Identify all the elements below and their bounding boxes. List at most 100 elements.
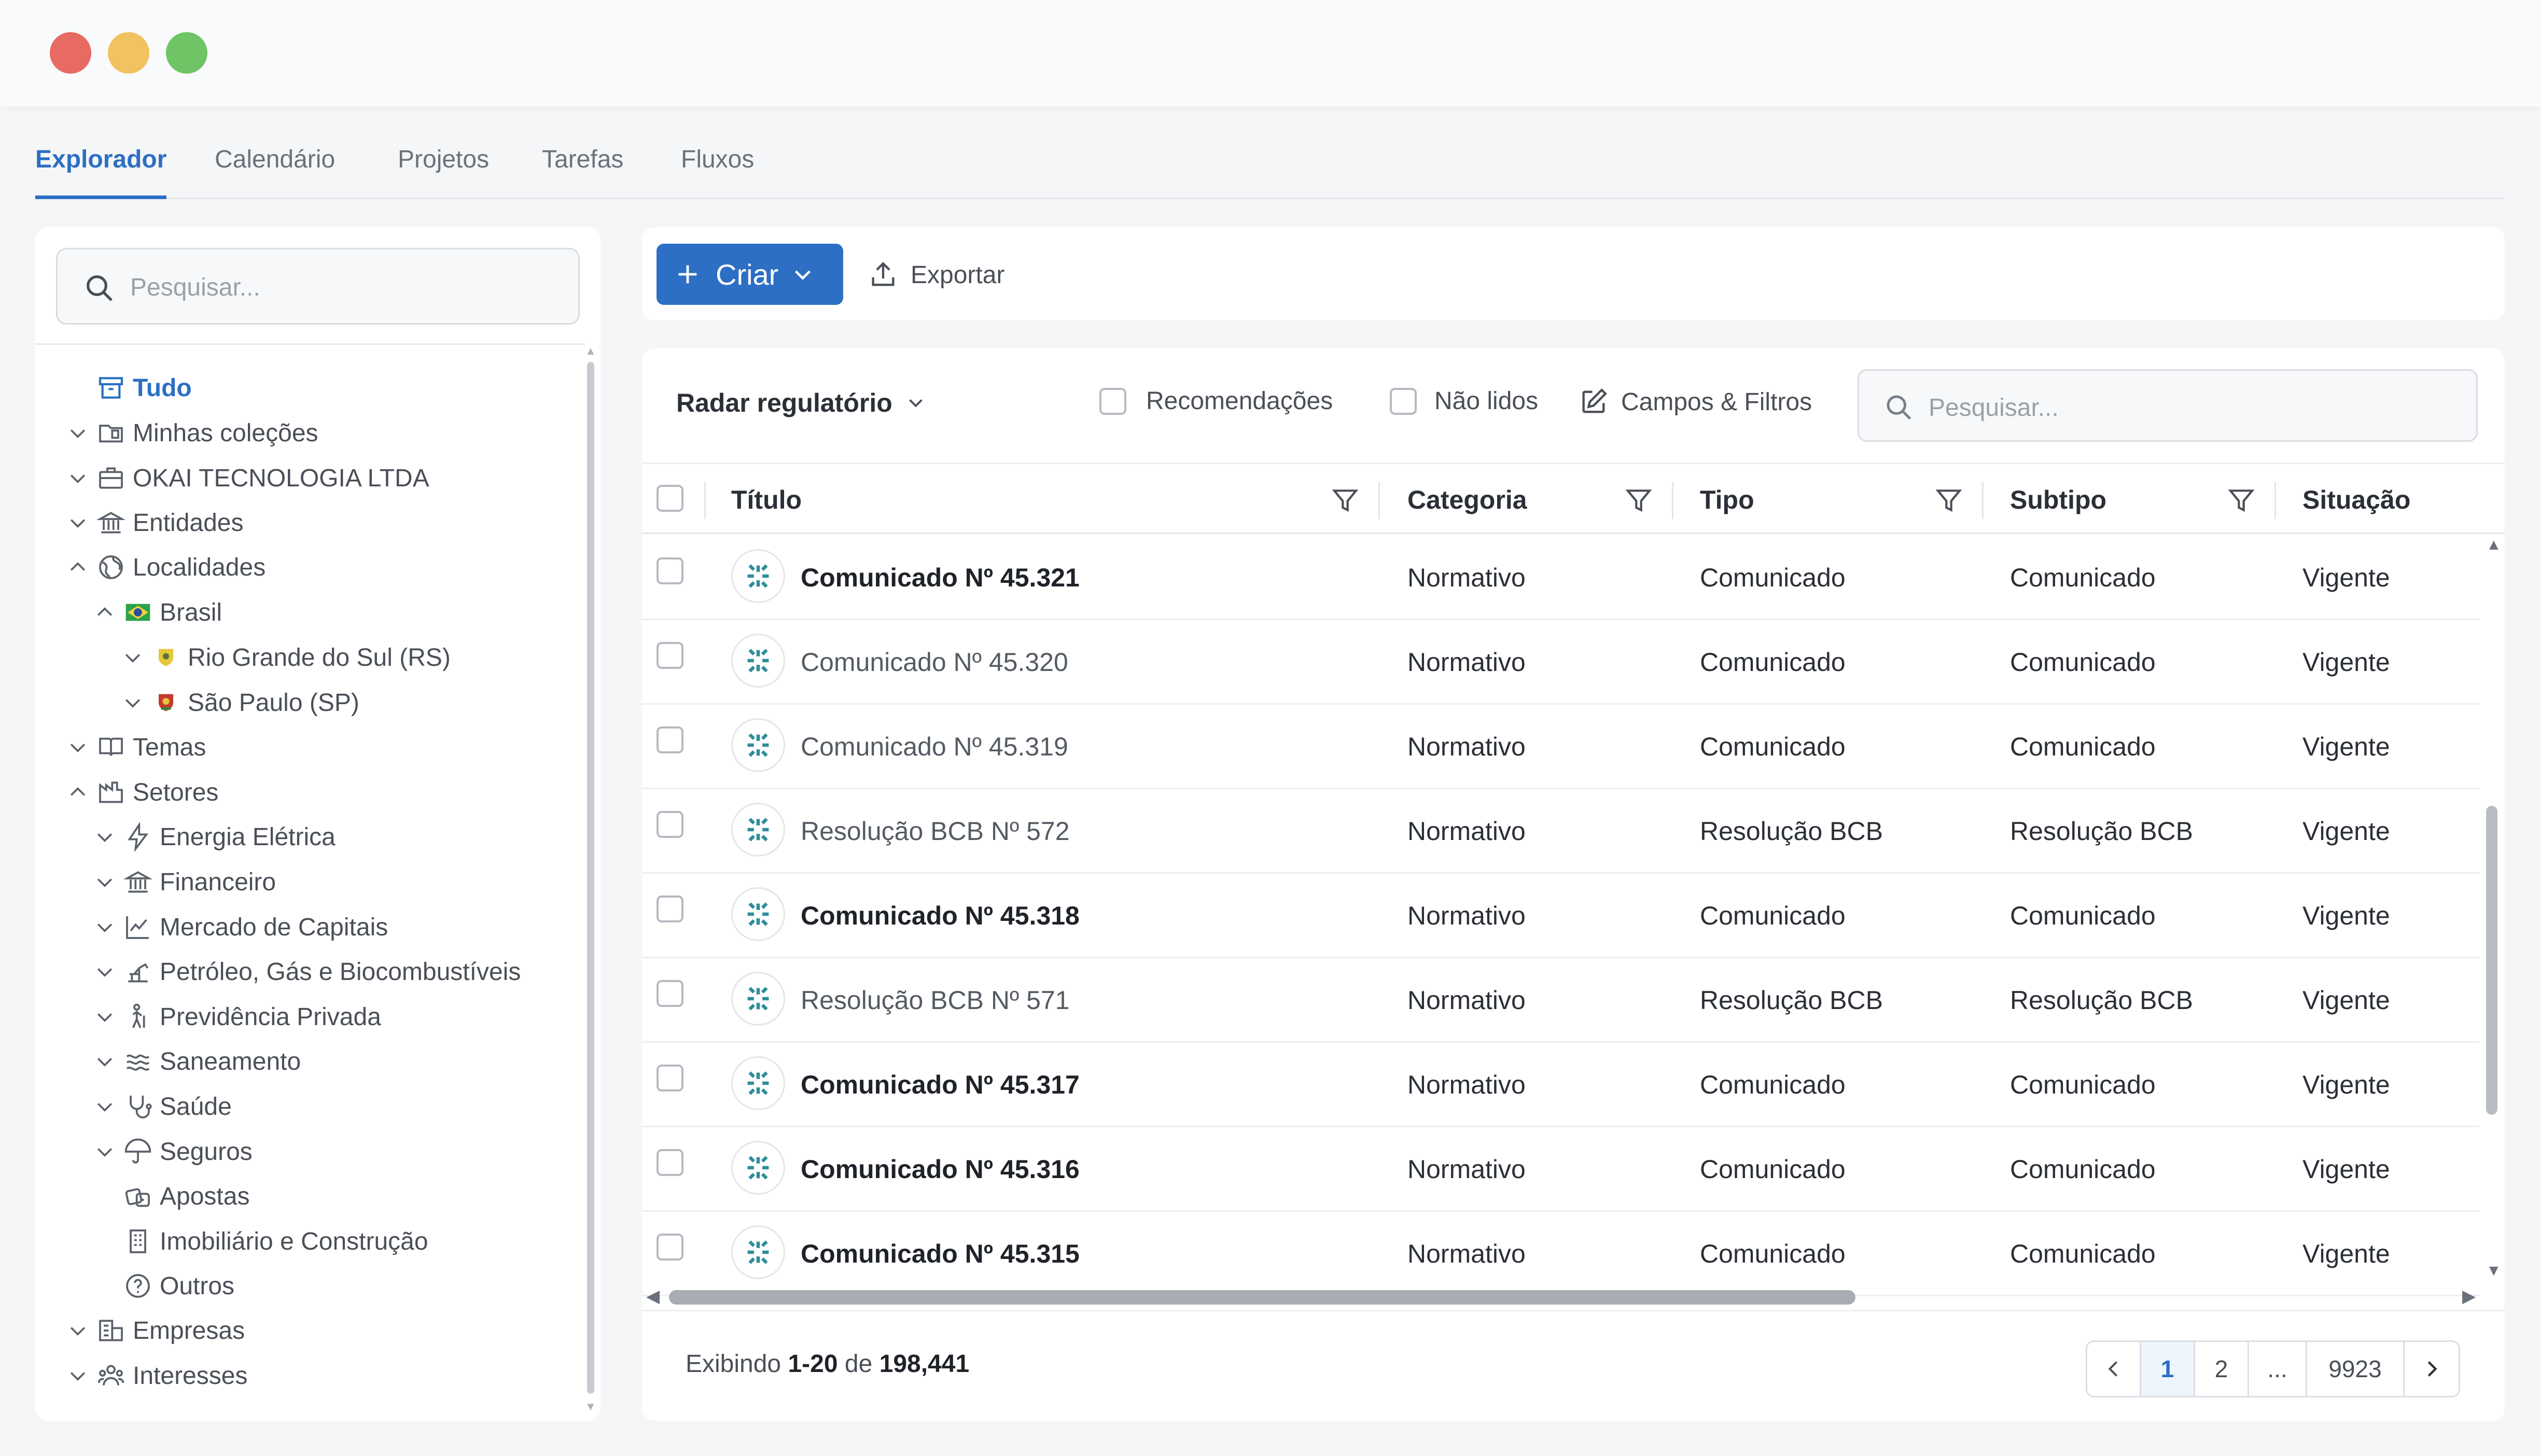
table-scroll-left-icon[interactable]: ◀ <box>646 1286 660 1307</box>
chevron-down-icon[interactable] <box>66 1319 89 1342</box>
column-header-categoria[interactable]: Categoria <box>1407 485 1527 515</box>
cell-title[interactable]: Comunicado Nº 45.317 <box>801 1070 1080 1100</box>
row-checkbox[interactable] <box>657 1234 683 1261</box>
tab-tarefas[interactable]: Tarefas <box>542 145 623 199</box>
chevron-up-icon[interactable] <box>93 601 116 624</box>
table-row[interactable]: Comunicado Nº 45.318 Normativo Comunicado C… <box>642 874 2480 958</box>
chevron-down-icon[interactable] <box>121 646 144 669</box>
cell-title[interactable]: Comunicado Nº 45.321 <box>801 563 1080 593</box>
sidebar-item-sao-paulo-sp[interactable]: São Paulo (SP) <box>121 682 359 723</box>
row-checkbox[interactable] <box>657 811 683 838</box>
chevron-down-icon[interactable] <box>93 960 116 983</box>
tab-fluxos[interactable]: Fluxos <box>681 145 754 199</box>
table-row[interactable]: Comunicado Nº 45.315 Normativo Comunicado C… <box>642 1212 2480 1296</box>
radar-dropdown[interactable]: Radar regulatório <box>676 388 928 418</box>
select-all-checkbox[interactable] <box>657 485 683 512</box>
filter-icon[interactable] <box>2227 486 2256 515</box>
row-checkbox[interactable] <box>657 726 683 753</box>
sidebar-item-interesses[interactable]: Interesses <box>66 1355 247 1396</box>
column-header-titulo[interactable]: Título <box>731 485 802 515</box>
sidebar-item-saude[interactable]: Saúde <box>93 1086 232 1127</box>
cell-title[interactable]: Comunicado Nº 45.318 <box>801 901 1080 931</box>
table-vertical-scrollbar[interactable] <box>2486 806 2497 1115</box>
sidebar-item-previdencia-privada[interactable]: Previdência Privada <box>93 996 381 1038</box>
table-row[interactable]: Resolução BCB Nº 571 Normativo Resolução B… <box>642 958 2480 1043</box>
chevron-down-icon[interactable] <box>93 916 116 939</box>
cell-title[interactable]: Comunicado Nº 45.320 <box>801 647 1068 677</box>
table-horizontal-scrollbar[interactable] <box>669 1290 1855 1305</box>
sidebar-item-okai-tecnologia-ltda[interactable]: OKAI TECNOLOGIA LTDA <box>66 457 429 499</box>
row-checkbox[interactable] <box>657 1065 683 1091</box>
page-button-last[interactable]: 9923 <box>2307 1342 2405 1396</box>
chevron-down-icon[interactable] <box>66 1364 89 1387</box>
cell-title[interactable]: Resolução BCB Nº 571 <box>801 985 1070 1015</box>
table-row[interactable]: Comunicado Nº 45.316 Normativo Comunicado C… <box>642 1127 2480 1212</box>
sidebar-item-temas[interactable]: Temas <box>66 726 206 768</box>
export-button[interactable]: Exportar <box>868 250 1004 300</box>
cell-title[interactable]: Comunicado Nº 45.319 <box>801 732 1068 762</box>
chevron-down-icon[interactable] <box>93 1050 116 1073</box>
sidebar-item-energia-eletrica[interactable]: Energia Elétrica <box>93 816 336 858</box>
unread-checkbox[interactable] <box>1390 387 1417 415</box>
sidebar-item-financeiro[interactable]: Financeiro <box>93 861 276 903</box>
documents-search-input[interactable]: Pesquisar... <box>1858 369 2478 442</box>
sidebar-item-imobiliario-e-construcao[interactable]: Imobiliário e Construção <box>123 1221 428 1262</box>
column-header-situacao[interactable]: Situação <box>2302 485 2410 515</box>
sidebar-scrollbar[interactable] <box>587 362 594 1394</box>
fields-filters-button[interactable]: Campos & Filtros <box>1579 387 1812 417</box>
tab-projetos[interactable]: Projetos <box>398 145 489 199</box>
sidebar-item-saneamento[interactable]: Saneamento <box>93 1041 301 1082</box>
chevron-down-icon[interactable] <box>93 871 116 893</box>
tab-explorador[interactable]: Explorador <box>35 145 167 199</box>
unread-filter[interactable]: Não lidos <box>1390 387 1538 415</box>
row-checkbox[interactable] <box>657 1149 683 1176</box>
sidebar-item-brasil[interactable]: Brasil <box>93 592 222 633</box>
minimize-window-button[interactable] <box>108 32 149 74</box>
chevron-down-icon[interactable] <box>121 691 144 714</box>
table-row[interactable]: Comunicado Nº 45.321 Normativo Comunicado C… <box>642 536 2480 620</box>
previous-page-button[interactable] <box>2087 1342 2141 1396</box>
table-row[interactable]: Comunicado Nº 45.317 Normativo Comunicado C… <box>642 1043 2480 1127</box>
row-checkbox[interactable] <box>657 642 683 669</box>
chevron-down-icon[interactable] <box>93 1095 116 1118</box>
chevron-down-icon[interactable] <box>66 736 89 759</box>
sidebar-scroll-down-icon[interactable]: ▼ <box>585 1400 596 1413</box>
chevron-up-icon[interactable] <box>66 556 89 579</box>
sidebar-scroll-up-icon[interactable]: ▲ <box>585 344 596 358</box>
table-scroll-up-icon[interactable]: ▲ <box>2486 536 2502 554</box>
column-header-tipo[interactable]: Tipo <box>1700 485 1754 515</box>
create-button[interactable]: Criar <box>657 244 843 305</box>
sidebar-item-seguros[interactable]: Seguros <box>93 1131 253 1172</box>
cell-title[interactable]: Resolução BCB Nº 572 <box>801 816 1070 846</box>
cell-title[interactable]: Comunicado Nº 45.315 <box>801 1239 1080 1269</box>
sidebar-item-outros[interactable]: Outros <box>123 1265 234 1307</box>
row-checkbox[interactable] <box>657 557 683 584</box>
recommendations-filter[interactable]: Recomendações <box>1099 387 1333 415</box>
chevron-up-icon[interactable] <box>66 781 89 804</box>
row-checkbox[interactable] <box>657 895 683 922</box>
filter-icon[interactable] <box>1331 486 1360 515</box>
table-scroll-right-icon[interactable]: ▶ <box>2462 1286 2476 1307</box>
table-row[interactable]: Comunicado Nº 45.320 Normativo Comunicado C… <box>642 620 2480 705</box>
close-window-button[interactable] <box>50 32 91 74</box>
table-row[interactable]: Resolução BCB Nº 572 Normativo Resolução B… <box>642 789 2480 874</box>
sidebar-item-setores[interactable]: Setores <box>66 772 218 813</box>
chevron-down-icon[interactable] <box>66 511 89 534</box>
sidebar-item-petroleo-gas-e-biocombustiveis[interactable]: Petróleo, Gás e Biocombustíveis <box>93 951 521 992</box>
maximize-window-button[interactable] <box>166 32 207 74</box>
tab-calendario[interactable]: Calendário <box>215 145 335 199</box>
sidebar-item-mercado-de-capitais[interactable]: Mercado de Capitais <box>93 906 388 948</box>
sidebar-item-entidades[interactable]: Entidades <box>66 502 244 543</box>
cell-title[interactable]: Comunicado Nº 45.316 <box>801 1154 1080 1184</box>
sidebar-item-apostas[interactable]: Apostas <box>123 1175 249 1217</box>
chevron-down-icon[interactable] <box>93 1140 116 1163</box>
sidebar-search-input[interactable]: Pesquisar... <box>56 248 580 325</box>
chevron-down-icon[interactable] <box>93 825 116 848</box>
sidebar-item-empresas[interactable]: Empresas <box>66 1310 245 1351</box>
recommendations-checkbox[interactable] <box>1099 387 1126 415</box>
chevron-down-icon[interactable] <box>93 1005 116 1028</box>
table-row[interactable]: Comunicado Nº 45.319 Normativo Comunicado C… <box>642 705 2480 789</box>
column-header-subtipo[interactable]: Subtipo <box>2010 485 2106 515</box>
page-ellipsis[interactable]: ... <box>2249 1342 2307 1396</box>
next-page-button[interactable] <box>2405 1342 2459 1396</box>
